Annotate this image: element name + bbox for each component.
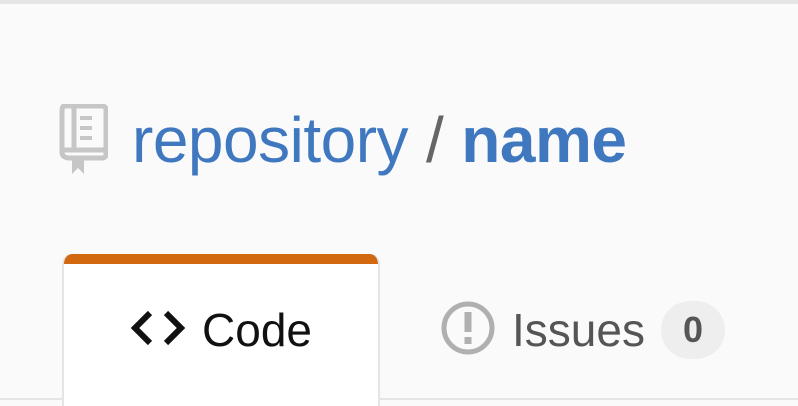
repo-header: repository / name — [58, 100, 627, 180]
tab-issues[interactable]: Issues 0 — [440, 294, 725, 366]
header-top-border — [0, 0, 798, 4]
repo-title: repository / name — [132, 100, 627, 180]
tab-code[interactable]: Code — [62, 254, 380, 406]
selected-tab-accent — [64, 254, 378, 264]
repo-name-link[interactable]: name — [461, 104, 627, 176]
issue-opened-icon — [440, 300, 496, 361]
path-separator: / — [426, 104, 444, 176]
tab-issues-label: Issues — [512, 304, 645, 356]
repo-owner-link[interactable]: repository — [132, 104, 409, 176]
code-brackets-icon — [130, 308, 186, 353]
tab-code-label: Code — [202, 304, 312, 356]
issues-counter-badge: 0 — [660, 301, 725, 359]
repo-book-icon — [58, 104, 108, 175]
